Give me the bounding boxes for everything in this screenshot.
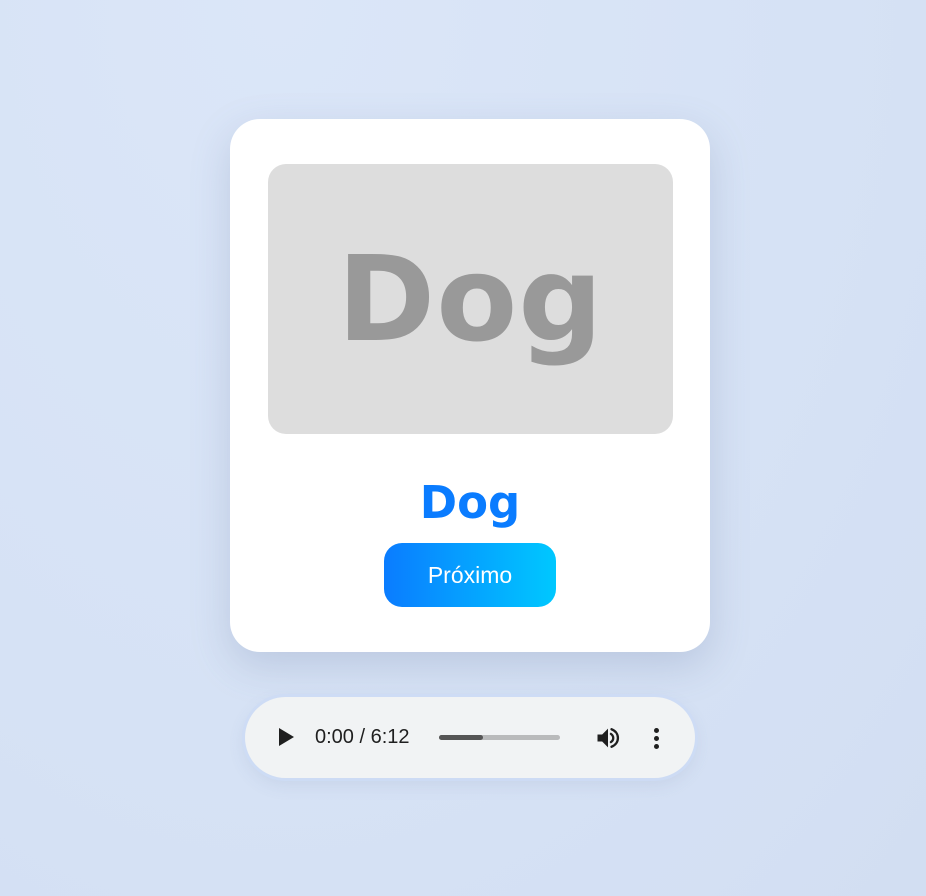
audio-player[interactable]: 0:00 / 6:12 [245, 697, 695, 778]
time-display: 0:00 / 6:12 [315, 726, 410, 748]
word-title: Dog [419, 476, 521, 529]
more-options-button[interactable] [645, 724, 667, 752]
progress-bar-fill [439, 735, 483, 740]
volume-button[interactable] [594, 724, 622, 752]
progress-bar[interactable] [439, 735, 560, 740]
play-icon [279, 728, 294, 746]
more-vertical-icon-dot [653, 735, 659, 741]
image-placeholder-text: Dog [337, 230, 604, 368]
word-image-placeholder: Dog [268, 164, 673, 434]
more-vertical-icon [653, 727, 659, 733]
flashcard: Dog Dog Próximo [230, 119, 710, 652]
more-vertical-icon-dot [653, 743, 659, 749]
volume-icon [597, 728, 620, 748]
next-button[interactable]: Próximo [384, 543, 556, 607]
play-button[interactable] [273, 724, 299, 750]
